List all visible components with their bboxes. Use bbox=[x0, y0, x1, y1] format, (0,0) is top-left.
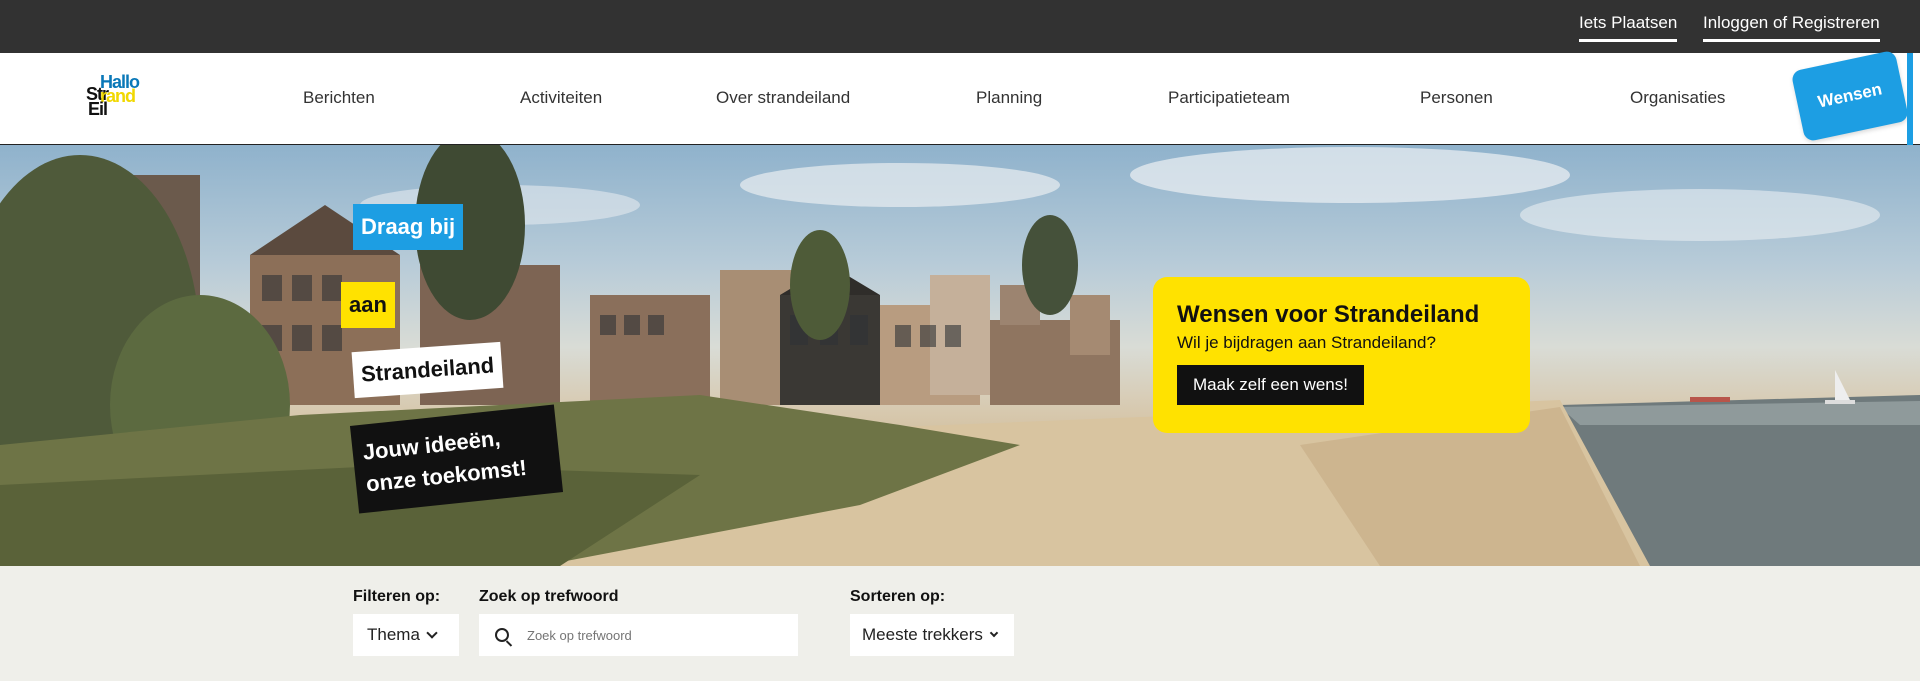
chevron-down-icon bbox=[426, 627, 438, 639]
nav-item-participatieteam[interactable]: Participatieteam bbox=[1168, 88, 1290, 108]
hero-tag-draag-bij: Draag bij bbox=[353, 204, 464, 250]
nav-item-berichten[interactable]: Berichten bbox=[303, 88, 375, 108]
wish-card: Wensen voor Strandeiland Wil je bijdrage… bbox=[1153, 277, 1530, 433]
login-register-link[interactable]: Inloggen of Registreren bbox=[1703, 13, 1880, 42]
hallo-strandeiland-logo[interactable]: Hallo Str rand Eil bbox=[86, 73, 156, 123]
sort-label: Sorteren op: bbox=[850, 588, 946, 605]
post-something-link[interactable]: Iets Plaatsen bbox=[1579, 13, 1678, 42]
nav-item-over-strandeiland[interactable]: Over strandeiland bbox=[716, 88, 850, 108]
theme-dropdown[interactable]: Thema bbox=[353, 614, 459, 656]
hero-banner: Draag bij aan Strandeiland Jouw ideeën, … bbox=[0, 145, 1920, 566]
filter-bar: Filteren op: Thema Zoek op trefwoord Sor… bbox=[0, 566, 1920, 681]
wish-card-title: Wensen voor Strandeiland bbox=[1177, 301, 1480, 328]
main-navigation: Hallo Str rand Eil Berichten Activiteite… bbox=[0, 49, 1920, 145]
wensen-button[interactable]: Wensen bbox=[1790, 49, 1910, 143]
search-icon bbox=[495, 628, 509, 642]
sort-dropdown-value: Meeste trekkers bbox=[862, 625, 983, 644]
search-box bbox=[479, 614, 798, 656]
chevron-down-icon bbox=[989, 628, 999, 638]
search-label: Zoek op trefwoord bbox=[479, 588, 619, 605]
make-wish-button[interactable]: Maak zelf een wens! bbox=[1177, 365, 1364, 405]
hero-tag-aan: aan bbox=[341, 282, 395, 328]
nav-item-organisaties[interactable]: Organisaties bbox=[1630, 88, 1725, 108]
hero-background-illustration bbox=[0, 145, 1920, 566]
sort-dropdown[interactable]: Meeste trekkers bbox=[850, 614, 1014, 656]
nav-item-activiteiten[interactable]: Activiteiten bbox=[520, 88, 602, 108]
nav-item-planning[interactable]: Planning bbox=[976, 88, 1042, 108]
logo-text-eil: Eil bbox=[88, 99, 108, 119]
nav-item-personen[interactable]: Personen bbox=[1420, 88, 1493, 108]
theme-dropdown-value: Thema bbox=[367, 625, 420, 644]
search-input[interactable] bbox=[527, 627, 767, 643]
wish-card-subtitle: Wil je bijdragen aan Strandeiland? bbox=[1177, 333, 1436, 352]
filter-label: Filteren op: bbox=[353, 588, 441, 605]
top-utility-bar: Iets Plaatsen Inloggen of Registreren bbox=[0, 0, 1920, 53]
